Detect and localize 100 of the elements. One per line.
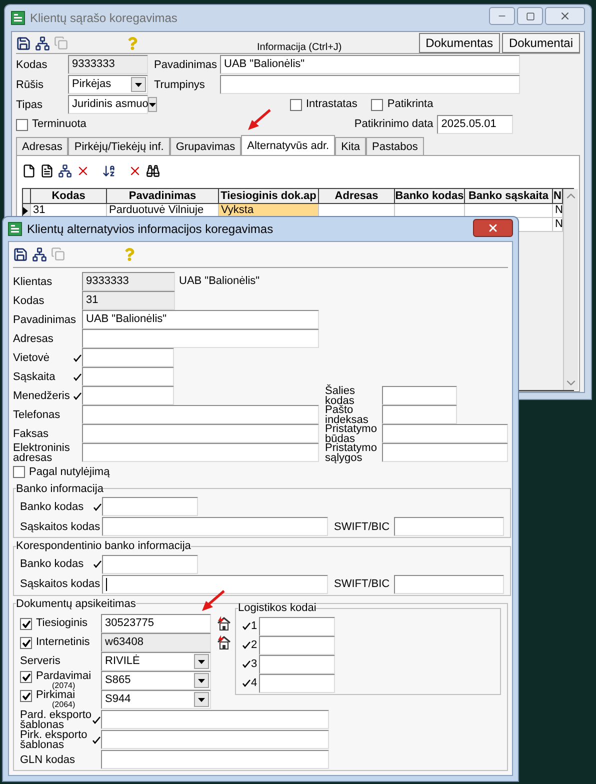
annotation-arrow xyxy=(201,590,225,612)
close-icon xyxy=(487,222,499,234)
tab[interactable]: Grupavimas xyxy=(170,137,242,155)
help-icon[interactable] xyxy=(123,248,136,260)
save-icon[interactable] xyxy=(13,246,28,262)
tab[interactable]: Alternatyvūs adr. xyxy=(241,135,336,155)
checkbox[interactable] xyxy=(20,690,32,702)
column-header[interactable]: Banko kodas xyxy=(395,189,465,203)
dropdown[interactable]: S865 xyxy=(101,671,211,690)
input-field[interactable] xyxy=(102,497,198,516)
checkbox[interactable] xyxy=(20,670,32,682)
maximize-button[interactable] xyxy=(517,7,543,25)
input-field[interactable]: UAB "Balionėlis" xyxy=(82,310,319,329)
input-field[interactable] xyxy=(259,674,335,692)
input-field[interactable] xyxy=(82,348,174,367)
column-header[interactable]: Pavadinimas xyxy=(107,189,219,203)
field-label: Pristatymo sąlygos xyxy=(325,442,378,462)
input-field[interactable] xyxy=(82,329,319,348)
document-icon[interactable] xyxy=(40,164,54,178)
maximize-icon xyxy=(526,12,534,20)
tab[interactable]: Pastabos xyxy=(366,137,424,155)
caret-icon xyxy=(148,97,158,112)
copy-icon[interactable] xyxy=(54,36,68,50)
checkbox[interactable] xyxy=(20,636,32,648)
group-title: Korespondentinio banko informacija xyxy=(16,539,191,554)
input-field[interactable] xyxy=(394,517,504,536)
field-label: Pard. eksporto šablonas xyxy=(20,710,92,730)
input-field[interactable]: 2025.05.01 xyxy=(437,115,514,134)
input-field[interactable]: 30523775 xyxy=(101,614,211,633)
column-header[interactable]: Adresas xyxy=(319,189,395,203)
clear-icon[interactable] xyxy=(128,164,142,178)
group-title: Banko informacija xyxy=(16,482,104,496)
input-field[interactable] xyxy=(220,75,520,94)
input-field[interactable] xyxy=(82,443,319,462)
count-note: (2064) xyxy=(52,700,76,709)
network-icon[interactable] xyxy=(35,36,50,50)
close-button[interactable] xyxy=(545,7,585,25)
column-header[interactable]: Banko sąskaita xyxy=(465,189,553,203)
dropdown[interactable]: Pirkėjas xyxy=(68,75,148,94)
input-field[interactable] xyxy=(82,367,174,386)
input-field[interactable] xyxy=(101,730,329,749)
checkbox[interactable] xyxy=(16,118,28,130)
checkbox-label: Patikrinta xyxy=(387,97,434,112)
input-field[interactable]: 31 xyxy=(82,291,175,310)
table-cell-text: N xyxy=(554,204,564,217)
input-field[interactable] xyxy=(259,616,335,636)
dropdown[interactable]: RIVILĖ xyxy=(101,652,211,671)
checkbox-label: Intrastatas xyxy=(306,97,358,112)
input-field[interactable] xyxy=(82,405,319,424)
code-label: 1 xyxy=(251,618,258,634)
delete-icon[interactable] xyxy=(76,164,90,178)
input-field[interactable] xyxy=(102,554,198,574)
input-field[interactable] xyxy=(102,574,328,594)
input-field[interactable]: 9333333 xyxy=(68,55,148,74)
input-field[interactable]: w63408 xyxy=(101,633,211,652)
checkbox-label: Terminuota xyxy=(32,117,86,132)
field-label: Telefonas xyxy=(13,410,62,420)
row-pointer-icon xyxy=(23,206,28,214)
tab[interactable]: Adresas xyxy=(16,137,68,155)
sort-icon[interactable] xyxy=(102,164,116,178)
column-header[interactable]: Tiesioginis dok.ap xyxy=(219,189,319,203)
checkbox[interactable] xyxy=(13,466,25,478)
house-icon[interactable] xyxy=(216,616,232,631)
binoculars-icon[interactable] xyxy=(146,164,160,178)
network-icon[interactable] xyxy=(58,164,72,178)
input-field[interactable] xyxy=(394,574,504,594)
input-field[interactable] xyxy=(101,710,329,729)
new-document-icon[interactable] xyxy=(22,164,36,178)
input-field[interactable] xyxy=(82,386,174,405)
house-icon[interactable] xyxy=(216,635,232,650)
input-field[interactable] xyxy=(101,750,329,769)
toolbar-button[interactable]: Dokumentai xyxy=(502,33,580,53)
code-label: 3 xyxy=(251,656,258,672)
input-field[interactable] xyxy=(382,443,508,462)
input-field[interactable] xyxy=(259,654,335,674)
input-field[interactable]: UAB "Balionėlis" xyxy=(220,55,520,74)
annotation-arrow xyxy=(247,109,271,131)
input-field[interactable]: 9333333 xyxy=(82,272,175,291)
input-field[interactable] xyxy=(382,386,457,405)
input-field[interactable] xyxy=(102,517,328,536)
checkbox[interactable] xyxy=(20,618,32,630)
save-icon[interactable] xyxy=(16,36,31,50)
table-cell-text: N xyxy=(554,218,564,231)
tab[interactable]: Kita xyxy=(335,137,366,155)
input-field[interactable] xyxy=(259,636,335,654)
network-icon[interactable] xyxy=(32,246,47,262)
close-button[interactable] xyxy=(473,219,513,237)
column-header[interactable]: Kodas xyxy=(31,189,107,203)
tab[interactable]: Pirkėjų/Tiekėjų inf. xyxy=(68,137,170,155)
checkbox[interactable] xyxy=(371,98,384,110)
input-field[interactable] xyxy=(382,424,508,443)
caret-icon xyxy=(194,654,209,669)
field-label: Pašto indeksas xyxy=(325,404,368,424)
copy-icon[interactable] xyxy=(51,247,65,261)
input-field[interactable] xyxy=(382,405,457,424)
dropdown[interactable]: S944 xyxy=(101,690,211,709)
checkbox[interactable] xyxy=(290,98,302,110)
field-label: Pirk. eksporto šablonas xyxy=(20,730,88,750)
input-field[interactable] xyxy=(82,424,319,443)
toolbar-button[interactable]: Dokumentas xyxy=(418,33,500,53)
